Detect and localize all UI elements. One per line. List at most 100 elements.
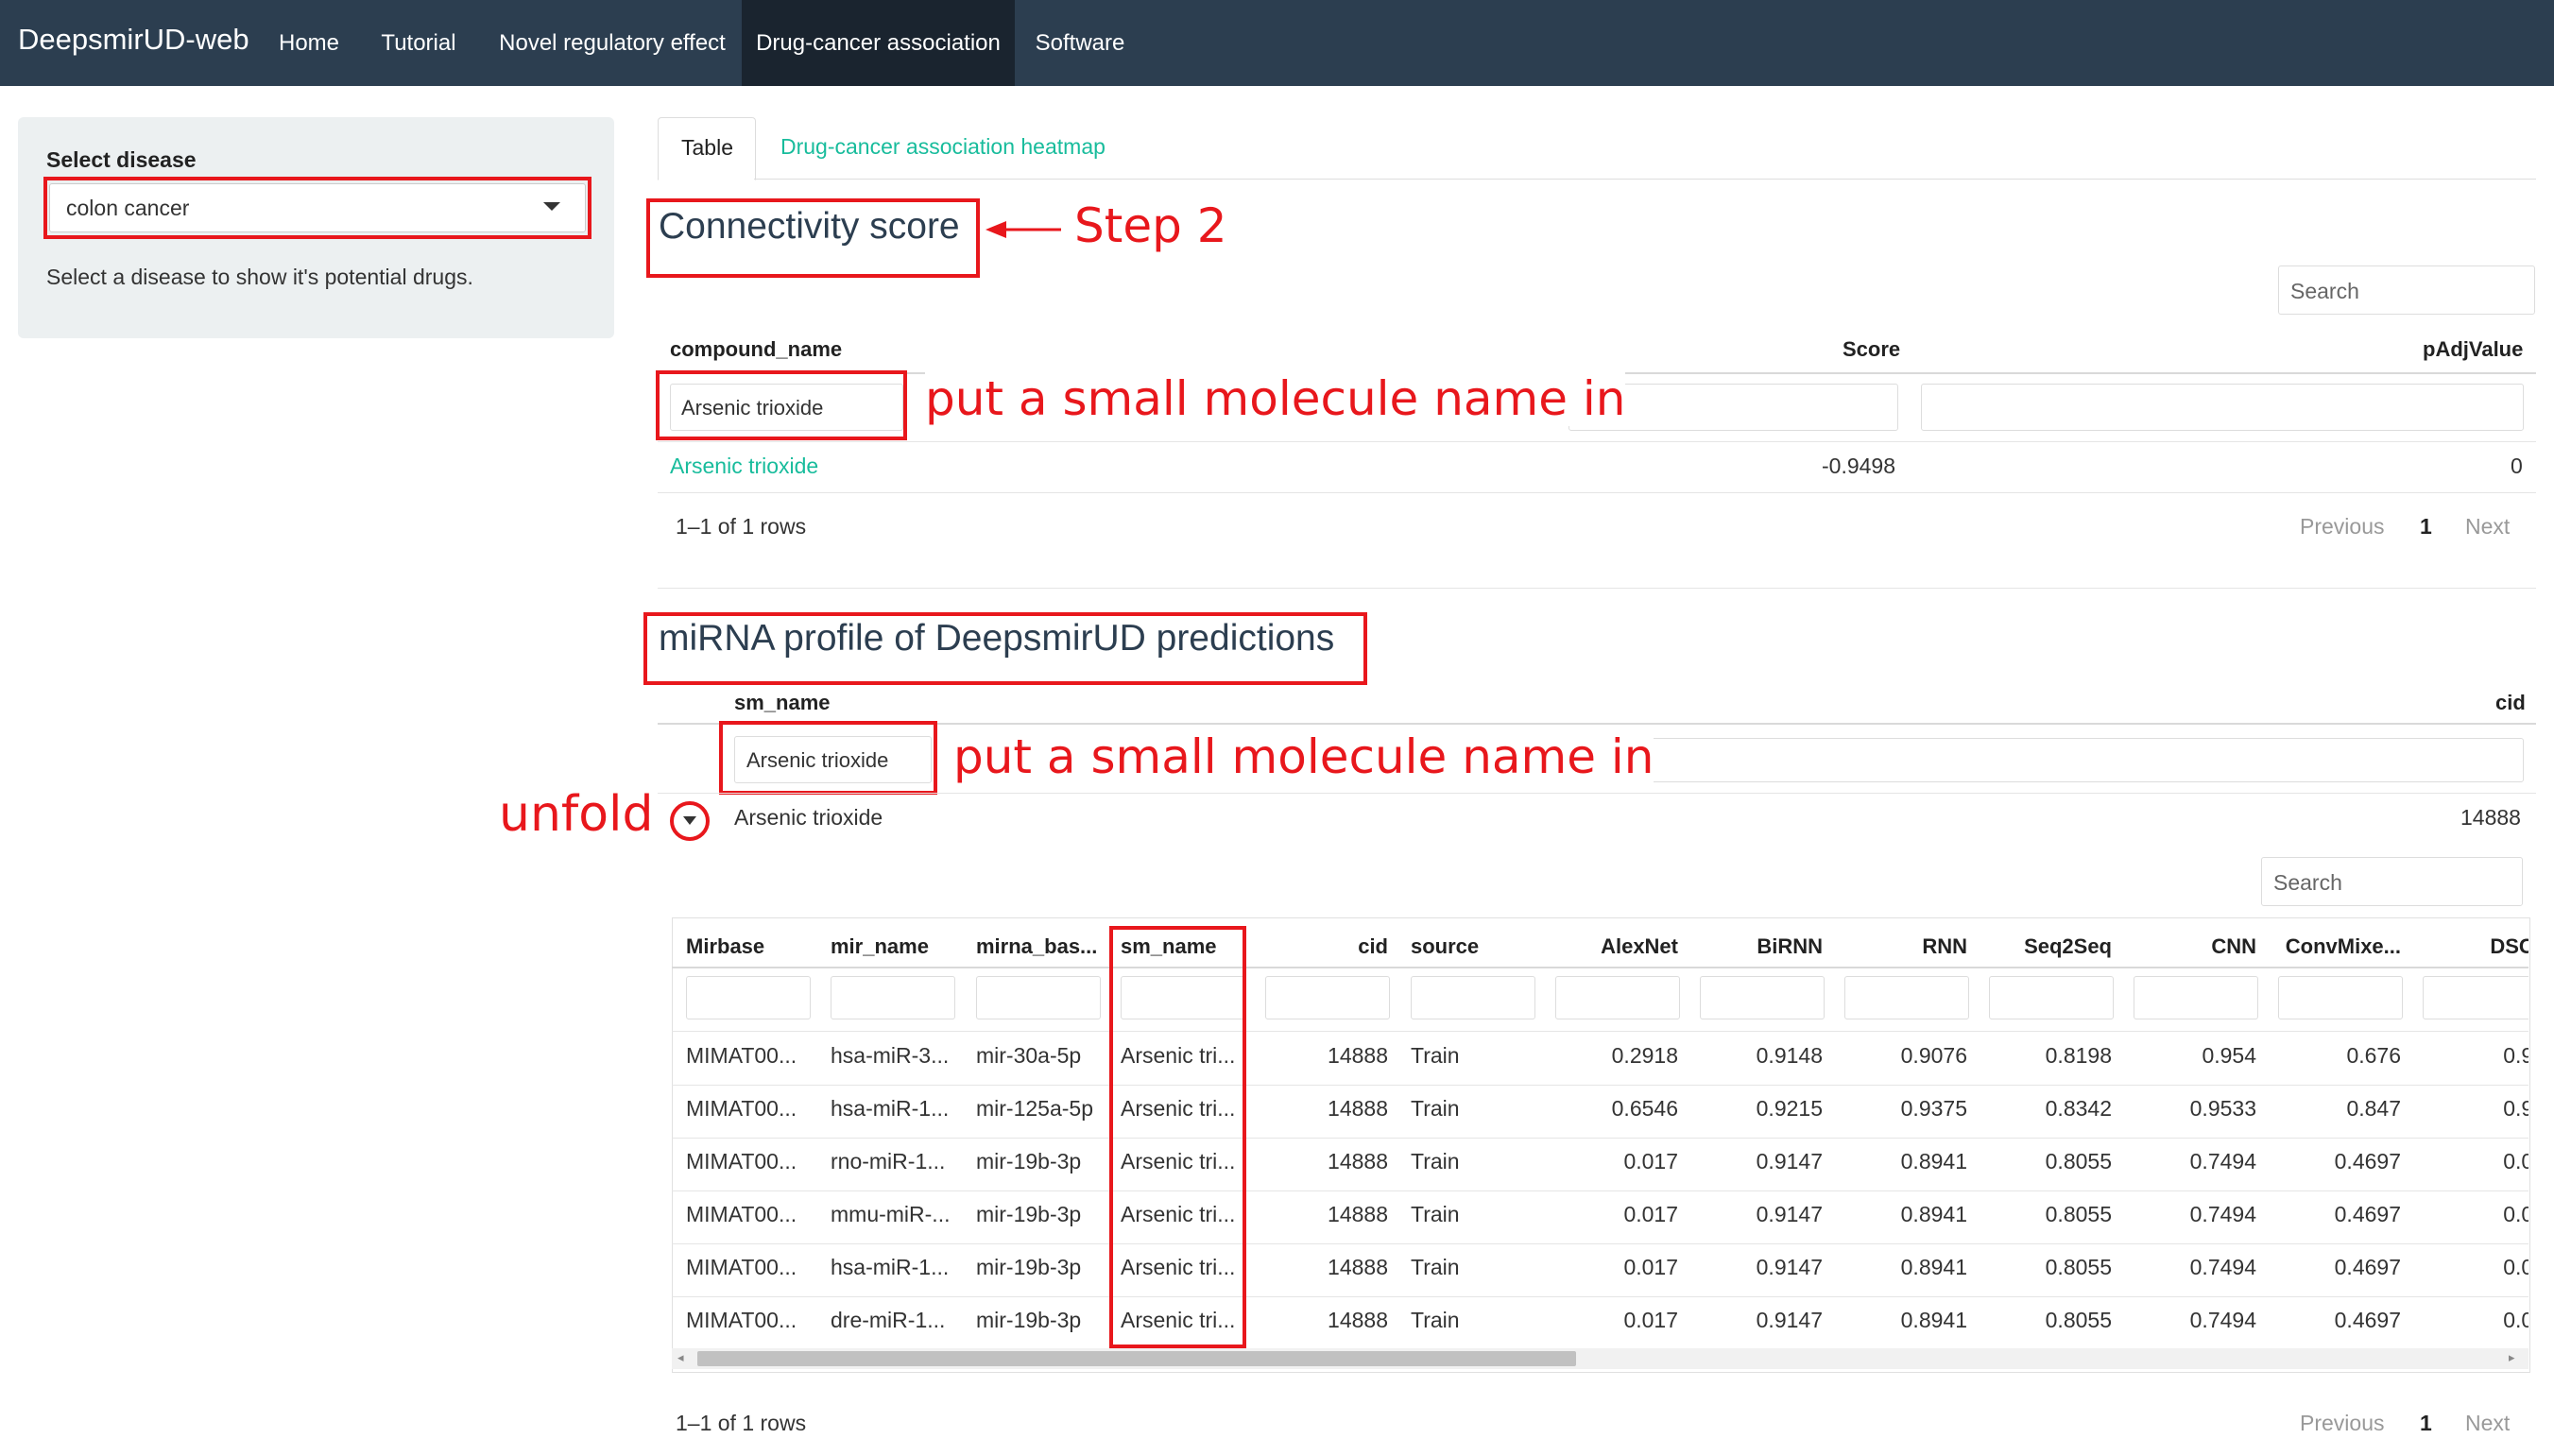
connectivity-search-input[interactable]: Search [2278, 266, 2535, 315]
inner-cell-alexnet: 0.017 [1623, 1255, 1678, 1279]
inner-cell-source: Train [1411, 1308, 1460, 1332]
inner-cell-rnn: 0.8941 [1900, 1255, 1967, 1279]
inner-filter-dscc[interactable] [2423, 976, 2528, 1019]
inner-cell-birnn: 0.9147 [1756, 1255, 1823, 1279]
row-divider [658, 492, 2536, 493]
filter-divider [658, 441, 2536, 442]
inner-filter-source[interactable] [1411, 976, 1535, 1019]
connectivity-search-placeholder: Search [2290, 279, 2359, 303]
row-compound-name-link[interactable]: Arsenic trioxide [670, 454, 818, 479]
inner-filter-rnn[interactable] [1844, 976, 1969, 1019]
inner-row-divider [672, 1138, 2528, 1139]
inner-cell-seq2seq: 0.8055 [2045, 1255, 2112, 1279]
inner-cell-mir-name: rno-miR-1... [831, 1149, 946, 1173]
inner-col-convmixer[interactable]: ConvMixe... [2278, 934, 2401, 959]
inner-filter-convmixer[interactable] [2278, 976, 2403, 1019]
inner-cell-dscc: 0.01 [2503, 1255, 2528, 1279]
section-divider [658, 588, 2536, 589]
nav-novel-regulatory-effect[interactable]: Novel regulatory effect [480, 0, 745, 86]
mirna-row-count: 1–1 of 1 rows [676, 1411, 807, 1435]
mirna-page-1[interactable]: 1 [2420, 1411, 2432, 1436]
col-padjvalue[interactable]: pAdjValue [2423, 337, 2523, 362]
inner-cell-alexnet: 0.017 [1623, 1308, 1678, 1332]
inner-cell-cid: 14888 [1328, 1149, 1388, 1173]
inner-col-mir-name[interactable]: mir_name [831, 934, 953, 959]
inner-col-dscc[interactable]: DSCc [2423, 934, 2528, 959]
tab-table-label: Table [681, 135, 733, 160]
padj-filter-input[interactable] [1921, 384, 2524, 431]
inner-cell-mirna-base: mir-19b-3p [976, 1308, 1082, 1332]
col-compound-name[interactable]: compound_name [670, 337, 842, 362]
inner-row-divider [672, 1296, 2528, 1297]
scroll-left-arrow-icon[interactable]: ◂ [677, 1350, 684, 1365]
tab-table[interactable]: Table [658, 117, 756, 180]
scroll-right-arrow-icon[interactable]: ▸ [2509, 1350, 2515, 1365]
scrollbar-thumb[interactable] [697, 1351, 1576, 1366]
inner-filter-seq2seq[interactable] [1989, 976, 2114, 1019]
inner-col-rnn[interactable]: RNN [1844, 934, 1967, 959]
inner-col-alexnet[interactable]: AlexNet [1555, 934, 1678, 959]
nav-home[interactable]: Home [263, 0, 355, 86]
annotation-box-connectivity-title [646, 198, 980, 278]
row-padj: 0 [2511, 454, 2523, 478]
connectivity-page-1[interactable]: 1 [2420, 514, 2432, 540]
mirna-next-button[interactable]: Next [2465, 1411, 2510, 1436]
inner-cell-dscc: 0.01 [2503, 1149, 2528, 1173]
inner-search-input[interactable]: Search [2261, 857, 2523, 906]
inner-filter-cid[interactable] [1265, 976, 1390, 1019]
inner-col-cnn[interactable]: CNN [2134, 934, 2256, 959]
tab-heatmap[interactable]: Drug-cancer association heatmap [780, 134, 1106, 160]
inner-cell-birnn: 0.9215 [1756, 1096, 1823, 1121]
inner-row-divider [672, 1190, 2528, 1191]
inner-col-mirna-base[interactable]: mirna_bas... [976, 934, 1099, 959]
inner-filter-divider [672, 1031, 2528, 1032]
col-score[interactable]: Score [1843, 337, 1900, 362]
nav-drug-cancer-association[interactable]: Drug-cancer association [742, 0, 1015, 86]
connectivity-next-button[interactable]: Next [2465, 514, 2510, 540]
nav-tutorial[interactable]: Tutorial [362, 0, 475, 86]
col-sm-name[interactable]: sm_name [734, 691, 831, 715]
inner-col-mirbase[interactable]: Mirbase [686, 934, 809, 959]
connectivity-prev-button[interactable]: Previous [2300, 514, 2384, 540]
annotation-box-mirna-title [643, 612, 1367, 685]
inner-cell-rnn: 0.9375 [1900, 1096, 1967, 1121]
inner-cell-birnn: 0.9148 [1756, 1043, 1823, 1068]
brand[interactable]: DeepsmirUD-web [18, 23, 249, 57]
inner-col-source[interactable]: source [1411, 934, 1534, 959]
inner-filter-cnn[interactable] [2134, 976, 2258, 1019]
inner-cell-source: Train [1411, 1255, 1460, 1279]
inner-cell-alexnet: 0.017 [1623, 1149, 1678, 1173]
inner-cell-mirbase: MIMAT00... [686, 1043, 797, 1068]
inner-cell-cnn: 0.7494 [2189, 1308, 2256, 1332]
mirna-header-divider [658, 723, 2536, 725]
inner-filter-mirna-base[interactable] [976, 976, 1101, 1019]
inner-cell-mirna-base: mir-125a-5p [976, 1096, 1093, 1121]
inner-cell-mir-name: hsa-miR-1... [831, 1255, 950, 1279]
cid-filter-input[interactable] [1642, 738, 2524, 782]
inner-cell-convmixer: 0.4697 [2334, 1255, 2401, 1279]
annotation-box-compound-filter [656, 370, 907, 440]
col-cid[interactable]: cid [2495, 691, 2526, 715]
inner-filter-birnn[interactable] [1700, 976, 1825, 1019]
inner-filter-mir-name[interactable] [831, 976, 955, 1019]
expand-toggle-icon[interactable] [669, 800, 711, 842]
inner-cell-convmixer: 0.676 [2346, 1043, 2401, 1068]
inner-cell-mirbase: MIMAT00... [686, 1202, 797, 1226]
inner-cell-cid: 14888 [1328, 1202, 1388, 1226]
inner-table-body: Mirbase mir_name mirna_bas... sm_name cid sou… [672, 917, 2528, 1348]
inner-cell-seq2seq: 0.8198 [2045, 1043, 2112, 1068]
inner-cell-mirbase: MIMAT00... [686, 1096, 797, 1121]
mirna-prev-button[interactable]: Previous [2300, 1411, 2384, 1436]
inner-col-birnn[interactable]: BiRNN [1700, 934, 1823, 959]
inner-filter-mirbase[interactable] [686, 976, 811, 1019]
inner-col-cid[interactable]: cid [1265, 934, 1388, 959]
inner-filter-alexnet[interactable] [1555, 976, 1680, 1019]
inner-cell-mirbase: MIMAT00... [686, 1149, 797, 1173]
inner-cell-dscc: 0.01 [2503, 1308, 2528, 1332]
inner-col-seq2seq[interactable]: Seq2Seq [1989, 934, 2112, 959]
nav-software[interactable]: Software [1015, 0, 1145, 86]
inner-cell-cid: 14888 [1328, 1255, 1388, 1279]
inner-row-divider [672, 1243, 2528, 1244]
inner-cell-cnn: 0.7494 [2189, 1202, 2256, 1226]
inner-cell-cid: 14888 [1328, 1096, 1388, 1121]
